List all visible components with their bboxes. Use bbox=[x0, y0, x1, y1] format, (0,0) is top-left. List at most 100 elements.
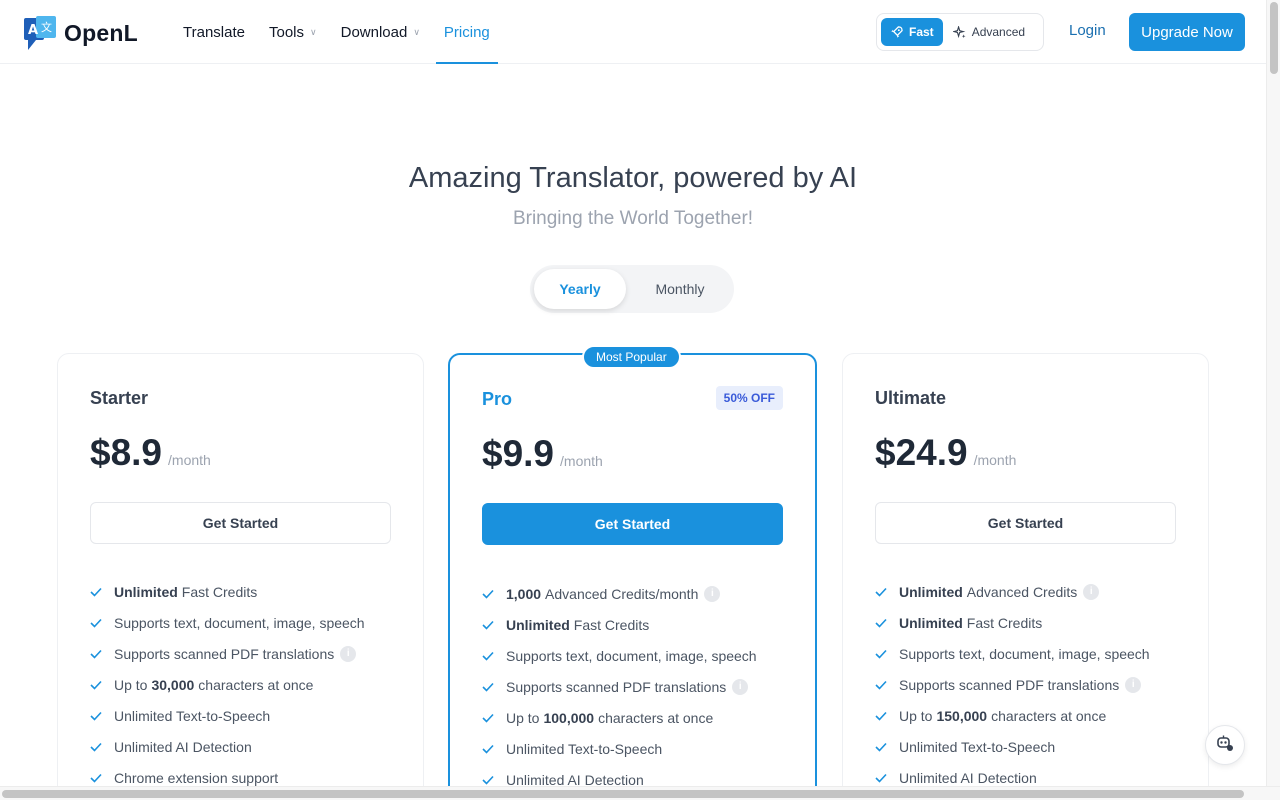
feature-highlight: 1,000 bbox=[506, 585, 542, 602]
check-icon bbox=[875, 742, 887, 752]
info-icon[interactable]: i bbox=[704, 585, 721, 602]
nav-pricing-label: Pricing bbox=[443, 23, 490, 41]
feature-text: Chrome extension support bbox=[114, 769, 279, 786]
feature-item: Unlimited Fast Credits bbox=[90, 576, 365, 607]
feature-item: Unlimited Fast Credits bbox=[875, 607, 1150, 638]
nav-tools[interactable]: Tools ∨ bbox=[269, 0, 317, 64]
mode-fast-label: Fast bbox=[909, 25, 934, 39]
logo-glyph-b: 文 bbox=[41, 20, 52, 34]
logo-glyph-a: A bbox=[28, 23, 38, 38]
feature-item: Supports text, document, image, speech bbox=[90, 607, 365, 638]
get-started-button[interactable]: Get Started bbox=[482, 503, 783, 545]
feature-highlight: Unlimited bbox=[899, 583, 963, 600]
plan-price: $9.9 /month bbox=[482, 433, 603, 475]
brand-logo[interactable]: A 文 OpenL bbox=[24, 16, 138, 50]
main-nav: Translate Tools ∨ Download ∨ Pricing bbox=[183, 0, 522, 64]
feature-highlight: Unlimited bbox=[506, 616, 570, 633]
feature-item: Supports text, document, image, speech bbox=[875, 638, 1150, 669]
check-icon bbox=[482, 620, 494, 630]
check-icon bbox=[482, 744, 494, 754]
plan-price: $8.9 /month bbox=[90, 432, 211, 474]
upgrade-now-button[interactable]: Upgrade Now bbox=[1129, 13, 1245, 51]
feature-text: characters at once bbox=[198, 676, 314, 693]
price-unit: /month bbox=[973, 452, 1017, 468]
help-assistant-button[interactable] bbox=[1205, 725, 1245, 765]
login-link[interactable]: Login bbox=[1069, 22, 1106, 39]
page-subtitle: Bringing the World Together! bbox=[512, 208, 754, 229]
get-started-button[interactable]: Get Started bbox=[90, 502, 391, 544]
feature-item: Supports scanned PDF translations i bbox=[875, 669, 1150, 700]
feature-list: Unlimited Fast Credits Supports text, docu… bbox=[90, 576, 365, 793]
rocket-icon bbox=[890, 25, 903, 39]
top-header: A 文 OpenL Translate Tools ∨ Download ∨ P… bbox=[0, 0, 1266, 64]
info-icon[interactable]: i bbox=[1083, 583, 1100, 600]
nav-translate-label: Translate bbox=[183, 23, 245, 41]
feature-item: 1,000 Advanced Credits/month i bbox=[482, 578, 757, 609]
check-icon bbox=[90, 742, 102, 752]
vertical-scrollbar[interactable] bbox=[1266, 0, 1280, 786]
nav-tools-label: Tools bbox=[268, 23, 305, 41]
feature-text: Advanced Credits/month bbox=[545, 585, 699, 602]
check-icon bbox=[90, 711, 102, 721]
feature-highlight: Unlimited bbox=[899, 614, 963, 631]
feature-item: Unlimited Text-to-Speech bbox=[482, 733, 757, 764]
billing-monthly-tab[interactable]: Monthly bbox=[634, 269, 726, 309]
check-icon bbox=[875, 587, 887, 597]
check-icon bbox=[482, 589, 494, 599]
horizontal-scrollbar[interactable] bbox=[0, 786, 1280, 800]
feature-text: Unlimited AI Detection bbox=[899, 769, 1037, 786]
vertical-scroll-thumb[interactable] bbox=[1270, 2, 1278, 74]
feature-text: Unlimited AI Detection bbox=[114, 738, 252, 755]
feature-item: Up to 100,000 characters at once bbox=[482, 702, 757, 733]
feature-text: Unlimited Text-to-Speech bbox=[899, 738, 1056, 755]
check-icon bbox=[875, 711, 887, 721]
logo-mark-icon: A 文 bbox=[24, 16, 58, 50]
info-icon[interactable]: i bbox=[340, 645, 357, 662]
check-icon bbox=[482, 682, 494, 692]
feature-text: Supports text, document, image, speech bbox=[114, 614, 365, 631]
nav-download[interactable]: Download ∨ bbox=[341, 0, 420, 64]
info-icon[interactable]: i bbox=[732, 678, 749, 695]
nav-translate[interactable]: Translate bbox=[183, 0, 245, 64]
horizontal-scroll-thumb[interactable] bbox=[2, 790, 1244, 798]
price-amount: $8.9 bbox=[90, 432, 163, 473]
feature-text: characters at once bbox=[991, 707, 1107, 724]
most-popular-badge: Most Popular bbox=[582, 345, 681, 369]
page-title: Amazing Translator, powered by AI bbox=[408, 162, 858, 194]
mode-advanced-button[interactable]: Advanced bbox=[943, 18, 1035, 46]
feature-item: Unlimited Text-to-Speech bbox=[90, 700, 365, 731]
plan-card-pro: Most Popular Pro 50% OFF $9.9 /month Get… bbox=[448, 345, 817, 800]
feature-item: Supports scanned PDF translations i bbox=[482, 671, 757, 702]
feature-item: Unlimited Fast Credits bbox=[482, 609, 757, 640]
feature-highlight: Unlimited bbox=[114, 583, 178, 600]
feature-list: 1,000 Advanced Credits/month i Unlimited Fas… bbox=[482, 578, 757, 795]
discount-badge: 50% OFF bbox=[715, 386, 783, 410]
feature-prefix: Up to bbox=[114, 676, 148, 693]
feature-item: Unlimited Advanced Credits i bbox=[875, 576, 1150, 607]
plan-card-ultimate: Ultimate $24.9 /month Get Started Unlimi… bbox=[842, 353, 1209, 800]
price-amount: $9.9 bbox=[482, 433, 555, 474]
get-started-button[interactable]: Get Started bbox=[875, 502, 1176, 544]
info-icon[interactable]: i bbox=[1125, 676, 1142, 693]
feature-text: Fast Credits bbox=[181, 583, 258, 600]
nav-pricing[interactable]: Pricing bbox=[435, 0, 498, 64]
check-icon bbox=[90, 649, 102, 659]
translation-mode-toggle: Fast Advanced bbox=[876, 13, 1044, 51]
billing-yearly-tab[interactable]: Yearly bbox=[534, 269, 626, 309]
nav-download-label: Download bbox=[340, 23, 408, 41]
feature-list: Unlimited Advanced Credits i Unlimited Fast … bbox=[875, 576, 1150, 793]
feature-item: Up to 30,000 characters at once bbox=[90, 669, 365, 700]
feature-item: Unlimited Text-to-Speech bbox=[875, 731, 1150, 762]
check-icon bbox=[482, 651, 494, 661]
check-icon bbox=[875, 680, 887, 690]
plan-name: Pro bbox=[482, 389, 513, 409]
sparkle-icon bbox=[952, 25, 966, 39]
check-icon bbox=[875, 773, 887, 783]
mode-fast-button[interactable]: Fast bbox=[881, 18, 943, 46]
check-icon bbox=[482, 775, 494, 785]
check-icon bbox=[90, 680, 102, 690]
feature-item: Unlimited AI Detection bbox=[90, 731, 365, 762]
plan-name: Ultimate bbox=[875, 388, 947, 408]
chevron-down-icon: ∨ bbox=[310, 26, 317, 37]
feature-text: Unlimited Text-to-Speech bbox=[506, 740, 663, 757]
